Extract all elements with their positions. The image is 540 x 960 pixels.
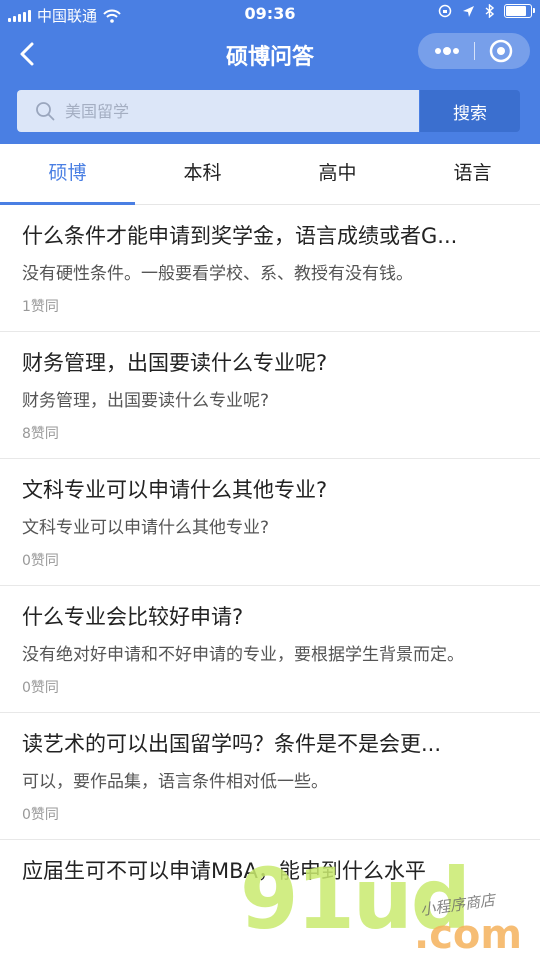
question-answer: 财务管理，出国要读什么专业呢? — [22, 391, 270, 411]
like-count: 8赞同 — [22, 426, 59, 442]
tab-masters-phd[interactable]: 硕博 — [0, 144, 135, 205]
question-title: 什么条件才能申请到奖学金，语言成绩或者G... — [22, 224, 458, 248]
battery-level — [506, 6, 526, 16]
search-area: 搜索 — [0, 80, 540, 144]
tab-language[interactable]: 语言 — [405, 144, 540, 204]
question-title: 什么专业会比较好申请? — [22, 605, 244, 629]
search-box — [17, 90, 419, 132]
list-item[interactable]: 财务管理，出国要读什么专业呢? 财务管理，出国要读什么专业呢? 8赞同 — [0, 332, 540, 459]
mini-program-capsule — [418, 33, 530, 69]
list-item[interactable]: 读艺术的可以出国留学吗？条件是不是会更... 可以，要作品集，语言条件相对低一些… — [0, 713, 540, 840]
tab-high-school[interactable]: 高中 — [270, 144, 405, 204]
close-miniprogram-icon[interactable] — [488, 38, 514, 64]
question-title: 文科专业可以申请什么其他专业? — [22, 478, 328, 502]
question-answer: 可以，要作品集，语言条件相对低一些。 — [22, 772, 328, 792]
question-answer: 文科专业可以申请什么其他专业? — [22, 518, 270, 538]
like-count: 1赞同 — [22, 299, 59, 315]
bluetooth-icon — [485, 4, 494, 18]
rotation-lock-icon — [438, 4, 452, 18]
search-icon — [36, 102, 55, 121]
status-bar: 中国联通 09:36 — [0, 0, 540, 28]
capsule-divider — [474, 42, 475, 60]
more-icon[interactable] — [432, 43, 462, 59]
list-item[interactable]: 什么条件才能申请到奖学金，语言成绩或者G... 没有硬性条件。一般要看学校、系、… — [0, 205, 540, 332]
list-item[interactable]: 应届生可不可以申请MBA，能申到什么水平 — [0, 840, 540, 888]
search-input[interactable] — [65, 90, 405, 132]
status-right — [438, 4, 535, 18]
like-count: 0赞同 — [22, 807, 59, 823]
battery-icon — [504, 4, 535, 18]
question-title: 读艺术的可以出国留学吗？条件是不是会更... — [22, 732, 442, 756]
watermark-tagline: 小程序商店 — [419, 890, 496, 920]
navigation-bar: 硕博问答 — [0, 28, 540, 80]
question-title: 应届生可不可以申请MBA，能申到什么水平 — [22, 859, 426, 883]
list-item[interactable]: 什么专业会比较好申请? 没有绝对好申请和不好申请的专业，要根据学生背景而定。 0… — [0, 586, 540, 713]
watermark-suffix: .com — [414, 912, 523, 958]
category-tabs: 硕博 本科 高中 语言 — [0, 144, 540, 205]
tab-undergraduate[interactable]: 本科 — [135, 144, 270, 204]
question-answer: 没有硬性条件。一般要看学校、系、教授有没有钱。 — [22, 264, 413, 284]
question-answer: 没有绝对好申请和不好申请的专业，要根据学生背景而定。 — [22, 645, 464, 665]
search-button[interactable]: 搜索 — [420, 90, 520, 132]
location-icon — [463, 5, 474, 17]
list-item[interactable]: 文科专业可以申请什么其他专业? 文科专业可以申请什么其他专业? 0赞同 — [0, 459, 540, 586]
like-count: 0赞同 — [22, 553, 59, 569]
question-list: 什么条件才能申请到奖学金，语言成绩或者G... 没有硬性条件。一般要看学校、系、… — [0, 205, 540, 888]
question-title: 财务管理，出国要读什么专业呢? — [22, 351, 328, 375]
like-count: 0赞同 — [22, 680, 59, 696]
